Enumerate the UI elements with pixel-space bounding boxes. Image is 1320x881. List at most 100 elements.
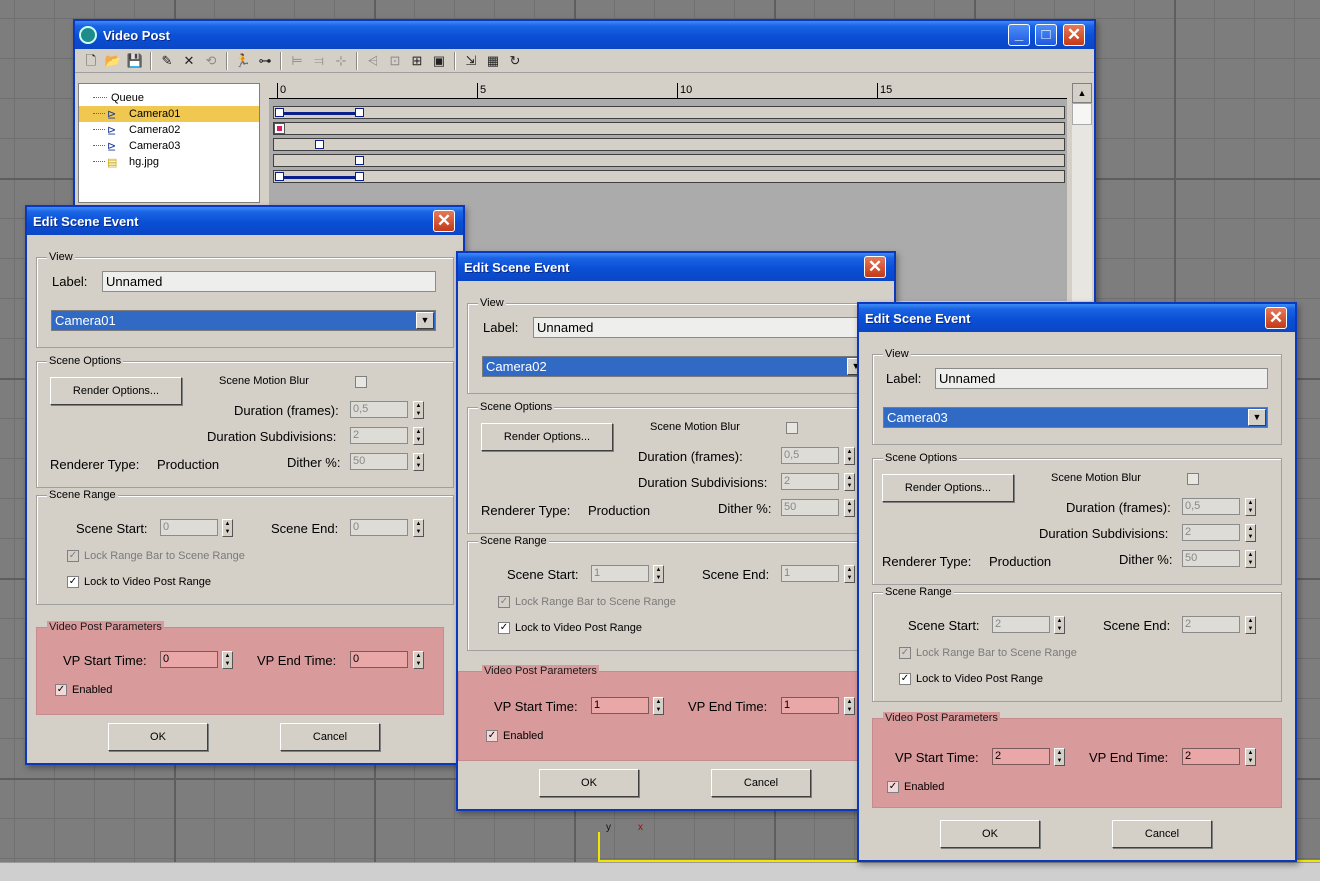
vp-end-field[interactable]: 1 [781, 697, 839, 714]
spinner-icon[interactable]: ▲ ▼ [844, 447, 855, 465]
duration-frames-field[interactable]: 0,5 [1182, 498, 1240, 515]
vp-start-field[interactable]: 2 [992, 748, 1050, 765]
duration-subdivisions-field[interactable]: 2 [781, 473, 839, 490]
spinner-icon[interactable]: ▲ ▼ [1245, 748, 1256, 766]
vp-start-field[interactable]: 1 [591, 697, 649, 714]
cancel-button[interactable]: Cancel [1112, 820, 1212, 848]
make-same-size-icon[interactable]: ⊹ [331, 51, 351, 71]
camera-select[interactable]: Camera01 ▼ [51, 310, 436, 331]
video-post-titlebar[interactable]: Video Post _ □ ✕ [75, 21, 1094, 49]
align-left-icon[interactable]: ⊨ [287, 51, 307, 71]
chevron-down-icon[interactable]: ▼ [416, 312, 434, 329]
zoom-time-icon[interactable]: ⊡ [385, 51, 405, 71]
range-handle-end[interactable] [355, 108, 364, 117]
tree-item-camera01[interactable]: ⊵ Camera01 [79, 106, 259, 122]
scene-motion-blur-checkbox[interactable] [355, 376, 367, 388]
add-image-layer-icon[interactable]: ▦ [483, 51, 503, 71]
camera-select[interactable]: Camera03 ▼ [883, 407, 1268, 428]
render-options-button[interactable]: Render Options... [882, 474, 1014, 502]
scene-motion-blur-checkbox[interactable] [1187, 473, 1199, 485]
scene-end-field[interactable]: 0 [350, 519, 408, 536]
scene-start-field[interactable]: 1 [591, 565, 649, 582]
range-handle-end[interactable] [355, 172, 364, 181]
dither-field[interactable]: 50 [350, 453, 408, 470]
dither-field[interactable]: 50 [1182, 550, 1240, 567]
spinner-icon[interactable]: ▲ ▼ [653, 697, 664, 715]
abut-selected-icon[interactable]: ⩤ [363, 51, 383, 71]
ok-button[interactable]: OK [539, 769, 639, 797]
duration-subdivisions-field[interactable]: 2 [1182, 524, 1240, 541]
render-options-button[interactable]: Render Options... [50, 377, 182, 405]
spinner-icon[interactable]: ▲ ▼ [844, 697, 855, 715]
tree-item-camera03[interactable]: ⊵ Camera03 [79, 138, 259, 154]
close-icon[interactable]: ✕ [1265, 307, 1287, 329]
add-image-output-icon[interactable]: ⇲ [461, 51, 481, 71]
scroll-thumb[interactable] [1072, 103, 1092, 125]
ok-button[interactable]: OK [108, 723, 208, 751]
vp-end-field[interactable]: 0 [350, 651, 408, 668]
enabled-checkbox[interactable]: ✓ [486, 730, 498, 742]
spinner-icon[interactable]: ▲ ▼ [1245, 616, 1256, 634]
edit-range-bar-icon[interactable]: ⊶ [255, 51, 275, 71]
vp-start-field[interactable]: 0 [160, 651, 218, 668]
dialog-titlebar[interactable]: Edit Scene Event ✕ [458, 253, 894, 281]
spinner-icon[interactable]: ▲ ▼ [413, 519, 424, 537]
chevron-down-icon[interactable]: ▼ [1248, 409, 1266, 426]
save-sequence-icon[interactable]: 💾 [125, 51, 145, 71]
track-camera01[interactable] [273, 122, 1065, 135]
duration-frames-field[interactable]: 0,5 [781, 447, 839, 464]
dialog-titlebar[interactable]: Edit Scene Event ✕ [27, 207, 463, 235]
enabled-checkbox[interactable]: ✓ [887, 781, 899, 793]
spinner-icon[interactable]: ▲ ▼ [413, 453, 424, 471]
delete-event-icon[interactable]: ✕ [179, 51, 199, 71]
label-input[interactable]: Unnamed [533, 317, 867, 338]
spinner-icon[interactable]: ▲ ▼ [413, 401, 424, 419]
lock-video-post-checkbox[interactable]: ✓ [498, 622, 510, 634]
add-image-input-icon[interactable]: ▣ [429, 51, 449, 71]
duration-subdivisions-field[interactable]: 2 [350, 427, 408, 444]
range-bar[interactable] [278, 176, 360, 179]
spinner-icon[interactable]: ▲ ▼ [1054, 616, 1065, 634]
scene-start-field[interactable]: 2 [992, 616, 1050, 633]
duration-frames-field[interactable]: 0,5 [350, 401, 408, 418]
spinner-icon[interactable]: ▲ ▼ [222, 651, 233, 669]
add-loop-event-icon[interactable]: ↻ [505, 51, 525, 71]
close-icon[interactable]: ✕ [1063, 24, 1085, 46]
scene-end-field[interactable]: 1 [781, 565, 839, 582]
tree-item-queue[interactable]: Queue [79, 90, 259, 106]
scene-end-field[interactable]: 2 [1182, 616, 1240, 633]
timeline-scrollbar[interactable]: ▲ [1072, 83, 1092, 301]
edit-event-icon[interactable]: ✎ [157, 51, 177, 71]
label-input[interactable]: Unnamed [102, 271, 436, 292]
spinner-icon[interactable]: ▲ ▼ [413, 427, 424, 445]
camera-select[interactable]: Camera02 ▼ [482, 356, 867, 377]
spinner-icon[interactable]: ▲ ▼ [844, 473, 855, 491]
dialog-titlebar[interactable]: Edit Scene Event ✕ [859, 304, 1295, 332]
ok-button[interactable]: OK [940, 820, 1040, 848]
track-camera02[interactable] [273, 138, 1065, 151]
render-options-button[interactable]: Render Options... [481, 423, 613, 451]
range-bar[interactable] [278, 112, 360, 115]
scene-start-field[interactable]: 0 [160, 519, 218, 536]
spinner-icon[interactable]: ▲ ▼ [844, 499, 855, 517]
spinner-icon[interactable]: ▲ ▼ [1054, 748, 1065, 766]
maximize-icon[interactable]: □ [1035, 24, 1057, 46]
range-handle-selected[interactable] [274, 123, 285, 134]
add-scene-event-icon[interactable]: ⊞ [407, 51, 427, 71]
track-hg-jpg[interactable] [273, 170, 1065, 183]
spinner-icon[interactable]: ▲ ▼ [222, 519, 233, 537]
align-right-icon[interactable]: ⫤ [309, 51, 329, 71]
lock-range-bar-checkbox[interactable]: ✓ [67, 550, 79, 562]
tree-item-hg-jpg[interactable]: ▤ hg.jpg [79, 154, 259, 170]
label-input[interactable]: Unnamed [935, 368, 1268, 389]
scroll-up-icon[interactable]: ▲ [1072, 83, 1092, 103]
close-icon[interactable]: ✕ [864, 256, 886, 278]
tree-item-camera02[interactable]: ⊵ Camera02 [79, 122, 259, 138]
swap-events-icon[interactable]: ⟲ [201, 51, 221, 71]
range-handle[interactable] [355, 156, 364, 165]
dither-field[interactable]: 50 [781, 499, 839, 516]
open-sequence-icon[interactable]: 📂 [103, 51, 123, 71]
minimize-icon[interactable]: _ [1008, 24, 1030, 46]
spinner-icon[interactable]: ▲ ▼ [844, 565, 855, 583]
range-handle-start[interactable] [275, 108, 284, 117]
